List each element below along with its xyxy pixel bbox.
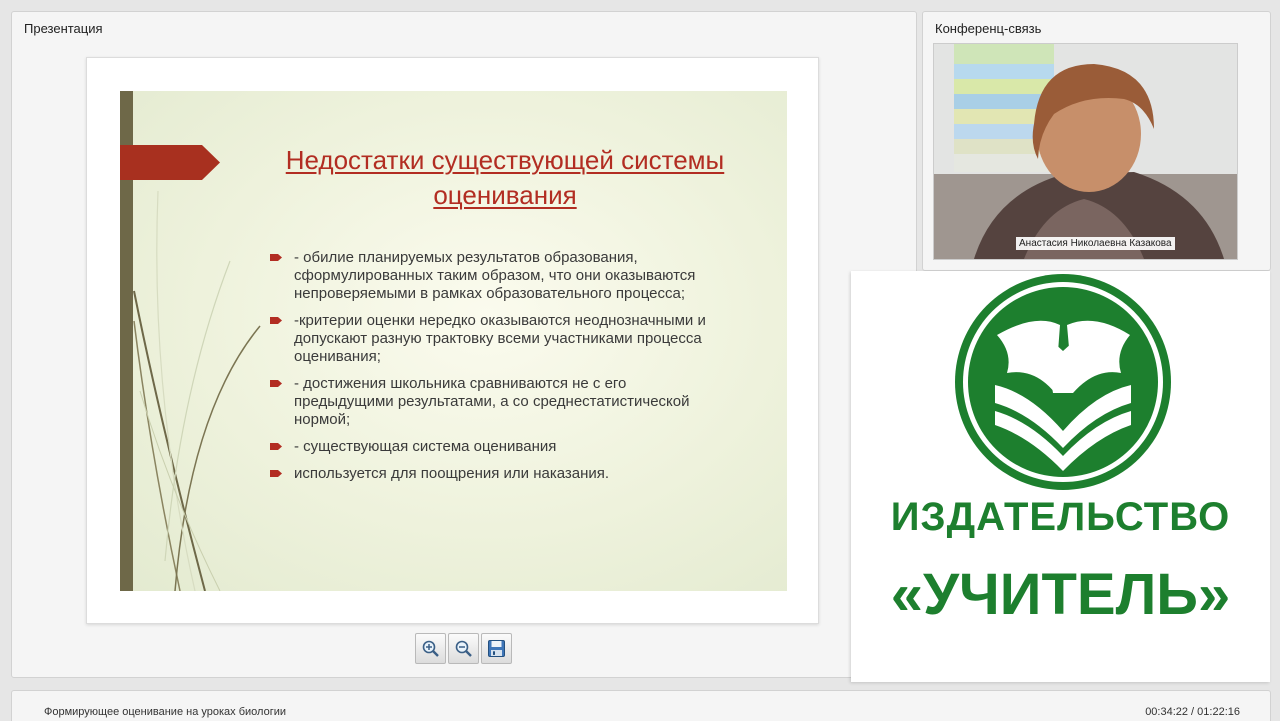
bullet-text: используется для поощрения или наказания… xyxy=(294,465,610,482)
conference-panel: Конференц-связь Анастасия Николаевна Каз… xyxy=(922,11,1271,271)
zoom-in-button[interactable] xyxy=(415,633,446,664)
speaker-video xyxy=(934,44,1237,259)
zoom-out-button[interactable] xyxy=(448,633,479,664)
publisher-logo-emblem xyxy=(955,274,1171,490)
slide-frame: Недостатки существующей системы оцениван… xyxy=(86,57,819,624)
player-footer-bar: Формирующее оценивание на уроках биологи… xyxy=(11,690,1271,721)
zoom-out-icon xyxy=(455,640,472,657)
bullet-text: - существующая система оценивания xyxy=(294,438,557,455)
list-item: - достижения школьника сравниваются не с… xyxy=(270,375,720,429)
bullet-arrow-icon xyxy=(270,380,282,387)
video-frame: Анастасия Николаевна Казакова xyxy=(933,43,1238,260)
bullet-text: - обилие планируемых результатов образов… xyxy=(294,249,696,302)
bullet-text: - достижения школьника сравниваются не с… xyxy=(294,375,690,428)
list-item: - обилие планируемых результатов образов… xyxy=(270,249,720,303)
lecture-title: Формирующее оценивание на уроках биологи… xyxy=(44,706,286,718)
bullet-arrow-icon xyxy=(270,254,282,261)
slide-arrow-decoration xyxy=(120,145,220,180)
list-item: используется для поощрения или наказания… xyxy=(270,465,720,483)
conference-panel-title: Конференц-связь xyxy=(935,21,1042,36)
bullet-text: -критерии оценки нередко оказываются нео… xyxy=(294,312,706,365)
bullet-arrow-icon xyxy=(270,317,282,324)
zoom-in-icon xyxy=(422,640,439,657)
bullet-arrow-icon xyxy=(270,470,282,477)
presentation-panel-title: Презентация xyxy=(24,21,103,36)
bullet-arrow-icon xyxy=(270,443,282,450)
speaker-name-label: Анастасия Николаевна Казакова xyxy=(1016,237,1175,250)
slide: Недостатки существующей системы оцениван… xyxy=(120,91,787,591)
publisher-name-line2: «УЧИТЕЛЬ» xyxy=(890,562,1231,627)
slide-bullet-list: - обилие планируемых результатов образов… xyxy=(270,249,720,492)
slide-title: Недостатки существующей системы оцениван… xyxy=(285,145,725,210)
save-button[interactable] xyxy=(481,633,512,664)
list-item: -критерии оценки нередко оказываются нео… xyxy=(270,312,720,366)
playback-time: 00:34:22 / 01:22:16 xyxy=(1145,706,1240,718)
presentation-panel: Презентация Недостатки существующей сист… xyxy=(11,11,917,678)
list-item: - существующая система оценивания xyxy=(270,438,720,456)
save-icon xyxy=(488,640,505,657)
publisher-name-line1: ИЗДАТЕЛЬСТВО xyxy=(890,495,1231,539)
publisher-logo-panel: ИЗДАТЕЛЬСТВО «УЧИТЕЛЬ» xyxy=(851,271,1270,682)
